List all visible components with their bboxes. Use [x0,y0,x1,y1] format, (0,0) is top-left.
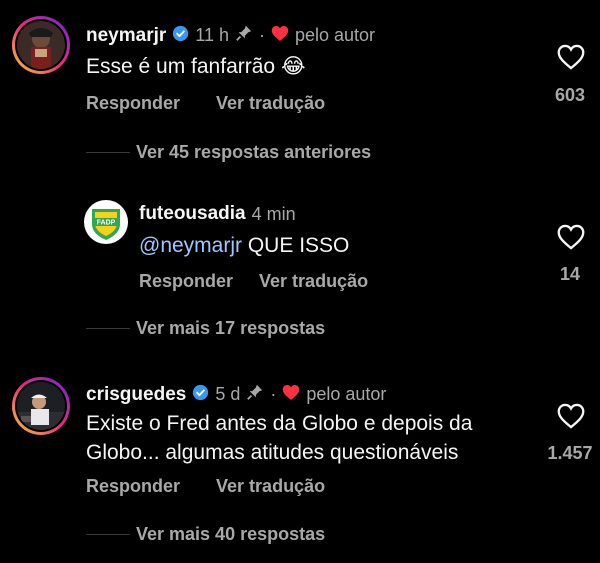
timestamp: 4 min [251,203,296,224]
comment-body-line-2: Globo... algumas atitudes questionáveis [86,441,459,464]
like-count: 14 [559,264,581,284]
heart-filled-icon [271,25,289,47]
view-previous-replies[interactable]: Ver 45 respostas anteriores [136,142,371,163]
heart-filled-icon [282,384,300,406]
comment-body: Esse é um fanfarrão [86,55,276,78]
thread-line [86,328,130,329]
translate-button[interactable]: Ver tradução [216,476,325,497]
reply-button[interactable]: Responder [86,476,180,497]
comment-header: neymarjr 11 h · pelo autor [86,24,375,47]
timestamp: 5 d [215,384,241,404]
view-more-replies[interactable]: Ver mais 17 respostas [136,318,325,339]
fadp-logo: FADP [84,200,128,244]
by-author-label: pelo autor [294,25,376,45]
reply-button[interactable]: Responder [139,271,233,292]
comment-header: futeousadia 4 min [139,203,296,225]
mention-link[interactable]: @neymarjr [139,234,242,257]
verified-badge-icon [172,25,189,47]
pin-icon [235,24,253,47]
reply-button[interactable]: Responder [86,93,180,114]
comment-header: crisguedes 5 d · pelo autor [86,383,386,406]
like-heart-icon[interactable] [557,224,585,255]
username[interactable]: crisguedes [86,384,186,406]
profile-photo [17,21,65,69]
comment-text: Esse é um fanfarrão 😂 [86,52,305,81]
comment-text: Existe o Fred antes da Globo e depois da… [86,409,472,467]
comment-body: QUE ISSO [242,234,350,257]
svg-text:FADP: FADP [97,220,116,227]
like-heart-icon[interactable] [557,44,585,75]
like-count: 1.457 [547,443,593,463]
view-more-replies[interactable]: Ver mais 40 respostas [136,524,325,545]
avatar-futeousadia[interactable]: FADP [84,200,128,249]
comment-text: @neymarjr QUE ISSO [139,231,349,260]
separator: · [270,384,277,404]
profile-photo [17,382,65,430]
thread-line [86,534,130,535]
like-count: 603 [554,85,586,105]
comment-actions: Responder Ver tradução [86,93,325,114]
by-author-label: pelo autor [306,384,387,404]
username[interactable]: neymarjr [86,25,166,47]
thread-line [86,152,130,153]
avatar-neymarjr[interactable] [12,16,70,74]
comment-body-line-1: Existe o Fred antes da Globo e depois da [86,412,473,435]
pin-icon [246,383,264,406]
laughing-emoji: 😂 [280,55,306,78]
timestamp: 11 h [195,25,229,45]
avatar-crisguedes[interactable] [12,377,70,435]
verified-badge-icon [192,384,209,406]
comment-actions: Responder Ver tradução [86,476,325,497]
username[interactable]: futeousadia [139,203,246,225]
translate-button[interactable]: Ver tradução [216,93,325,114]
comment-actions: Responder Ver tradução [139,271,368,292]
like-heart-icon[interactable] [557,403,585,434]
translate-button[interactable]: Ver tradução [259,271,368,292]
separator: · [258,25,265,45]
